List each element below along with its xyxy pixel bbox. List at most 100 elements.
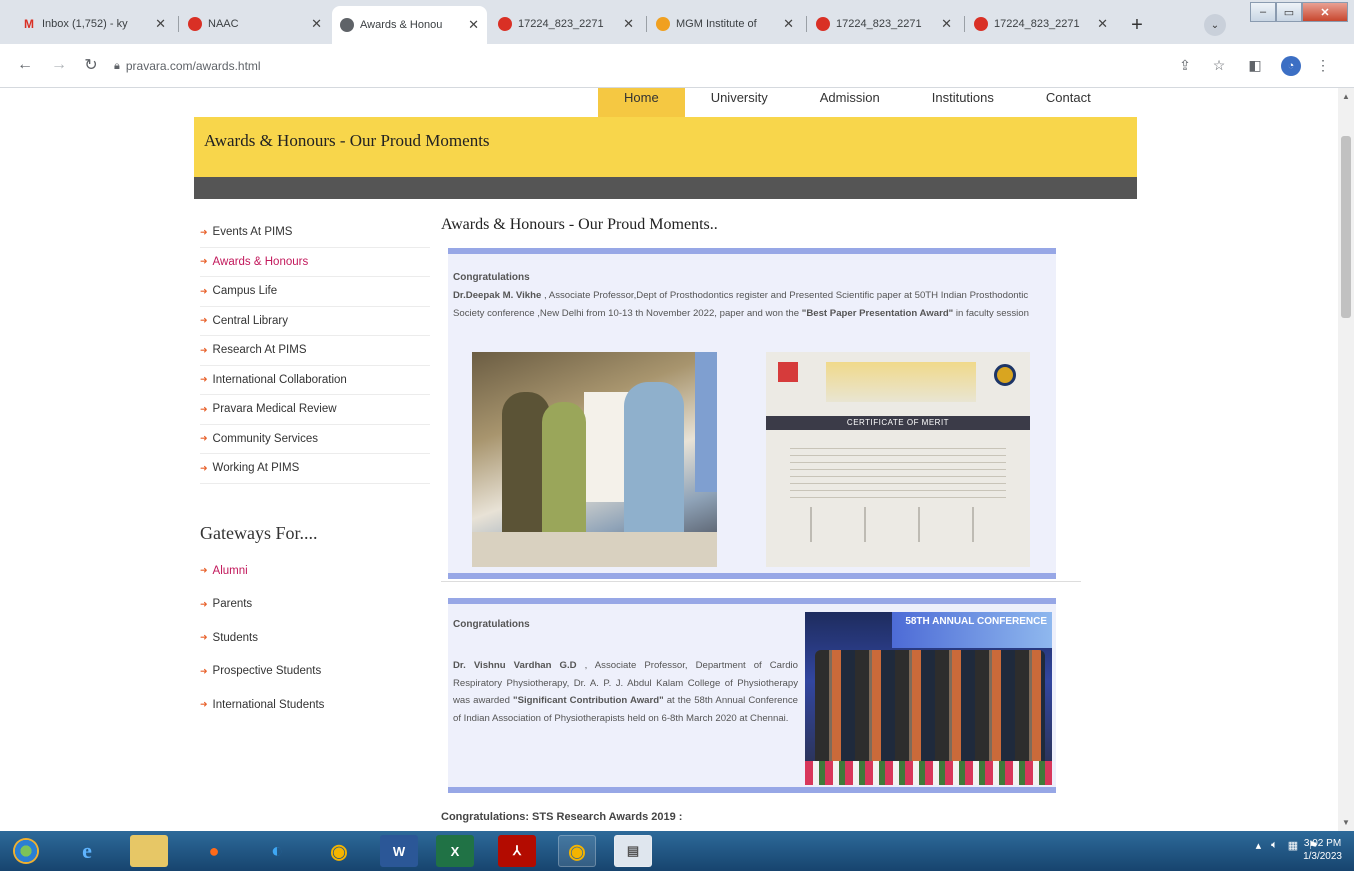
scroll-down-arrow-icon[interactable]: ▼	[1342, 818, 1350, 827]
red-logo-icon	[974, 17, 988, 31]
chrome-active-icon[interactable]: ◉	[558, 835, 596, 867]
acrobat-icon[interactable]: ⅄	[498, 835, 536, 867]
word-icon[interactable]: W	[380, 835, 418, 867]
lock-icon[interactable]: 🔒︎	[114, 60, 120, 73]
red-logo-icon	[188, 17, 202, 31]
maximize-button[interactable]: ▭	[1276, 2, 1302, 22]
tab-title: Inbox (1,752) - ky	[42, 18, 128, 30]
address-bar[interactable]: 🔒︎ pravara.com/awards.html	[114, 53, 1164, 79]
clock-date: 1/3/2023	[1303, 851, 1342, 862]
photo-people-group	[815, 650, 1045, 762]
conference-banner-text: 58TH ANNUAL CONFERENCE	[892, 612, 1052, 648]
network-icon[interactable]: ▦	[1288, 839, 1298, 852]
nav-institutions-link[interactable]: Institutions	[906, 88, 1020, 117]
media-player-icon[interactable]: ●	[195, 835, 233, 867]
close-tab-icon[interactable]: ✕	[783, 16, 794, 32]
close-tab-icon[interactable]: ✕	[623, 16, 634, 32]
minimize-button[interactable]: –	[1250, 2, 1276, 22]
sidebar-item-research[interactable]: ➜ Research At PIMS	[200, 336, 430, 366]
tab-document-3[interactable]: 17224_823_2271 ✕	[966, 8, 1116, 40]
back-arrow-icon[interactable]: ←	[14, 54, 36, 76]
excel-icon[interactable]: X	[436, 835, 474, 867]
sidebar-item-campus-life[interactable]: ➜ Campus Life	[200, 277, 430, 307]
sidebar-item-events[interactable]: ➜ Events At PIMS	[200, 218, 430, 248]
sidebar-item-international-collaboration[interactable]: ➜ International Collaboration	[200, 366, 430, 395]
sidebar-item-community-services[interactable]: ➜ Community Services	[200, 425, 430, 454]
gateway-item-parents[interactable]: ➜ Parents	[200, 588, 430, 622]
tab-separator	[964, 16, 965, 32]
gateway-item-students[interactable]: ➜ Students	[200, 621, 430, 655]
scrollbar-thumb[interactable]	[1341, 136, 1351, 318]
photo-flowers	[805, 761, 1052, 785]
certificate-signatures	[790, 507, 1006, 542]
gateway-item-prospective-students[interactable]: ➜ Prospective Students	[200, 655, 430, 689]
close-tab-icon[interactable]: ✕	[155, 16, 166, 32]
internet-explorer-icon[interactable]: e	[68, 835, 106, 867]
arrow-right-icon: ➜	[200, 374, 208, 385]
taskbar-clock[interactable]: 3:02 PM 1/3/2023	[1303, 837, 1342, 863]
sidebar-item-working[interactable]: ➜ Working At PIMS	[200, 454, 430, 484]
sidebar-item-label: Community Services	[212, 432, 318, 445]
tab-mgm[interactable]: MGM Institute of ✕	[648, 8, 802, 40]
close-window-button[interactable]: ✕	[1302, 2, 1348, 22]
tab-title: NAAC	[208, 18, 239, 30]
card-label: Congratulations	[453, 272, 530, 283]
reload-icon[interactable]: ↻	[80, 54, 102, 76]
certificate-image: CERTIFICATE OF MERIT	[766, 352, 1030, 567]
page-viewport: Home University Admission Institutions C…	[0, 88, 1338, 831]
gateway-item-alumni[interactable]: ➜ Alumni	[200, 554, 430, 588]
page-scrollbar[interactable]: ▲ ▼	[1338, 88, 1354, 831]
nav-university-link[interactable]: University	[685, 88, 794, 117]
tab-search-chevron-icon[interactable]: ⌄	[1204, 14, 1226, 36]
close-tab-icon[interactable]: ✕	[941, 16, 952, 32]
forward-arrow-icon[interactable]: →	[48, 54, 70, 76]
document-viewer-icon[interactable]: ▤	[614, 835, 652, 867]
start-button-icon[interactable]	[6, 835, 46, 867]
sidebar-item-label: International Collaboration	[212, 373, 347, 386]
nav-admission-link[interactable]: Admission	[794, 88, 906, 117]
volume-icon[interactable]: 🔈︎	[1271, 839, 1278, 852]
window-controls: – ▭ ✕	[1250, 2, 1348, 22]
tab-inbox[interactable]: M Inbox (1,752) - ky ✕	[14, 8, 174, 40]
tab-document-1[interactable]: 17224_823_2271 ✕	[490, 8, 642, 40]
sidebar-item-label: Central Library	[212, 314, 288, 327]
file-explorer-icon[interactable]	[130, 835, 168, 867]
close-tab-icon[interactable]: ✕	[1097, 16, 1108, 32]
certificate-seal-icon	[994, 364, 1016, 386]
sidebar-item-awards[interactable]: ➜ Awards & Honours	[200, 248, 430, 277]
clock-time: 3:02 PM	[1303, 838, 1342, 849]
content-divider	[441, 581, 1081, 582]
tab-separator	[806, 16, 807, 32]
close-tab-icon[interactable]: ✕	[468, 17, 479, 33]
arrow-right-icon: ➜	[200, 665, 208, 676]
windows-taskbar: e ● ◐ ◉ W X ⅄ ◉ ▤ ▴ 🔈︎ ▦ ⚑ 3:02 PM 1/3/2…	[0, 831, 1354, 871]
edge-browser-icon[interactable]: ◐	[258, 835, 296, 867]
sidebar-item-medical-review[interactable]: ➜ Pravara Medical Review	[200, 395, 430, 425]
nav-contact-link[interactable]: Contact	[1020, 88, 1117, 117]
chrome-icon[interactable]: ◉	[320, 835, 358, 867]
bookmark-star-icon[interactable]: ☆	[1208, 54, 1230, 76]
card-label: Congratulations	[453, 619, 530, 630]
new-tab-button[interactable]: +	[1124, 12, 1150, 38]
photo-table	[472, 532, 717, 567]
left-sidebar-menu: ➜ Events At PIMS ➜ Awards & Honours ➜ Campu…	[200, 218, 430, 484]
sidebar-item-label: Pravara Medical Review	[212, 403, 337, 416]
tab-separator	[178, 16, 179, 32]
menu-kebab-icon[interactable]: ⋮	[1312, 54, 1334, 76]
profile-avatar-icon[interactable]: ◔	[1281, 56, 1301, 76]
gmail-icon: M	[24, 17, 34, 31]
tab-document-2[interactable]: 17224_823_2271 ✕	[808, 8, 960, 40]
nav-home-link[interactable]: Home	[598, 88, 685, 117]
tray-expand-icon[interactable]: ▴	[1256, 839, 1262, 852]
sidepanel-icon[interactable]: ◧	[1244, 54, 1266, 76]
awardee-name: Dr. Vishnu Vardhan G.D	[453, 660, 577, 671]
close-tab-icon[interactable]: ✕	[311, 16, 322, 32]
tab-awards-active[interactable]: Awards & Honou ✕	[332, 6, 487, 44]
scroll-up-arrow-icon[interactable]: ▲	[1342, 92, 1350, 101]
sidebar-item-central-library[interactable]: ➜ Central Library	[200, 307, 430, 336]
award-card-vishnu: Congratulations Dr. Vishnu Vardhan G.D ,…	[448, 598, 1056, 793]
share-icon[interactable]: ⇪	[1174, 54, 1196, 76]
tab-naac[interactable]: NAAC ✕	[180, 8, 330, 40]
site-top-nav: Home University Admission Institutions C…	[598, 88, 1117, 117]
gateway-item-international-students[interactable]: ➜ International Students	[200, 688, 430, 722]
